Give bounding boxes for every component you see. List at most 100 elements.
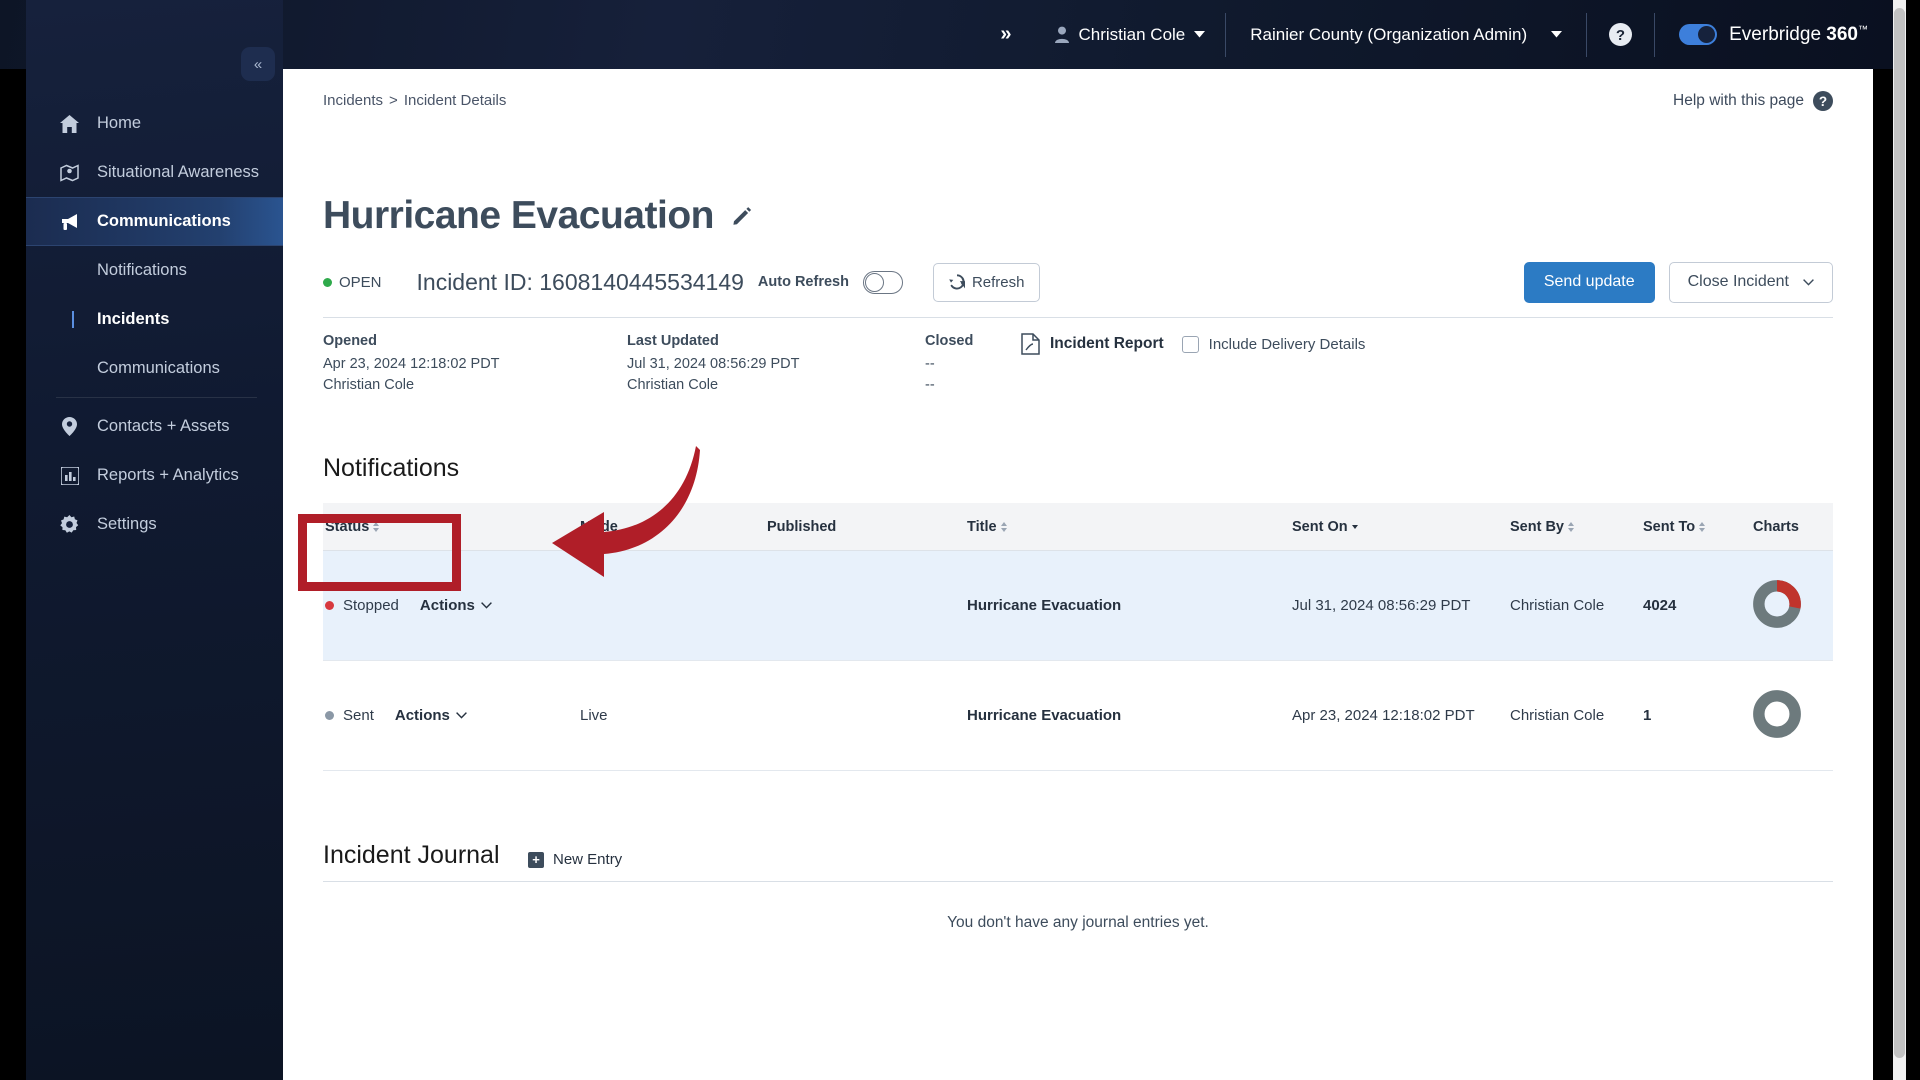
cell-sent-by: Christian Cole (1510, 707, 1605, 724)
page-title-row: Hurricane Evacuation (323, 194, 752, 238)
cell-chart[interactable] (1753, 579, 1833, 632)
sort-icon (1699, 521, 1706, 532)
column-header-published[interactable]: Published (767, 519, 967, 535)
cell-status: Sent Actions (323, 707, 580, 724)
notifications-table: Status Mode Published Title Sent On Sent… (323, 503, 1833, 771)
scrollbar-thumb[interactable] (1894, 8, 1905, 1058)
sidebar-item-label: Communications (97, 212, 231, 230)
include-delivery-details-label: Include Delivery Details (1208, 335, 1366, 353)
breadcrumb: Incidents > Incident Details (323, 92, 506, 109)
table-row[interactable]: Sent Actions Live Hurricane Evacuation A… (323, 661, 1833, 771)
sidebar-collapse-button[interactable]: « (241, 47, 275, 81)
help-button[interactable]: ? (1587, 23, 1654, 46)
sidebar-item-incidents[interactable]: Incidents (26, 295, 283, 344)
right-gutter (1906, 0, 1920, 1080)
product-trademark: ™ (1858, 24, 1868, 36)
everbridge-360-label: Everbridge 360™ (1729, 24, 1868, 46)
page-title: Hurricane Evacuation (323, 194, 714, 237)
home-icon (59, 114, 80, 133)
breadcrumb-current: Incident Details (403, 92, 507, 109)
status-badge: OPEN (323, 274, 382, 291)
incident-report-label[interactable]: Incident Report (1050, 335, 1164, 353)
everbridge-360-toggle[interactable]: Everbridge 360™ (1655, 24, 1884, 46)
sidebar-nav: Home Situational Awareness Communication… (26, 99, 283, 549)
notifications-heading: Notifications (323, 454, 460, 482)
gear-icon (59, 515, 80, 534)
sidebar-subitem-label: Communications (97, 359, 220, 377)
divider (323, 317, 1833, 318)
svg-text:?: ? (1819, 94, 1827, 109)
sidebar-item-contacts-assets[interactable]: Contacts + Assets (26, 402, 283, 451)
opened-heading: Opened (323, 333, 377, 349)
incident-status-bar: OPEN Incident ID: 1608140445534149 Auto … (323, 261, 1833, 303)
breadcrumb-separator: > (389, 92, 398, 109)
table-row[interactable]: Stopped Actions Hurricane Evacuation Jul… (323, 551, 1833, 661)
cell-sent-to: 1 (1643, 707, 1652, 724)
auto-refresh-label: Auto Refresh (757, 274, 849, 290)
refresh-label: Refresh (971, 273, 1025, 291)
sidebar-item-home[interactable]: Home (26, 99, 283, 148)
column-header-title[interactable]: Title (967, 519, 1292, 535)
column-header-status[interactable]: Status (323, 519, 580, 535)
sidebar-item-situational-awareness[interactable]: Situational Awareness (26, 148, 283, 197)
breadcrumb-parent[interactable]: Incidents (323, 92, 383, 109)
status-text: Stopped (343, 597, 399, 614)
pencil-icon[interactable] (732, 206, 752, 226)
column-header-sent-by[interactable]: Sent By (1510, 519, 1643, 535)
help-circle-icon: ? (1609, 23, 1633, 46)
sort-icon (1000, 521, 1007, 532)
close-incident-button[interactable]: Close Incident (1668, 261, 1833, 303)
sidebar-item-notifications[interactable]: Notifications (26, 246, 283, 295)
last-updated-user: Christian Cole (627, 377, 719, 394)
organization-menu[interactable]: Rainier County (Organization Admin) (1226, 25, 1586, 45)
include-delivery-details-checkbox[interactable] (1181, 335, 1199, 353)
donut-chart-icon (1753, 579, 1801, 628)
sidebar-item-settings[interactable]: Settings (26, 500, 283, 549)
cell-title: Hurricane Evacuation (967, 597, 1122, 614)
sidebar-item-communications[interactable]: Communications (26, 197, 283, 246)
close-incident-label: Close Incident (1687, 273, 1789, 290)
last-updated-info: Last Updated Jul 31, 2024 08:56:29 PDT C… (627, 333, 925, 396)
refresh-icon (949, 274, 965, 290)
sidebar-item-label: Settings (97, 515, 157, 533)
sidebar-item-reports-analytics[interactable]: Reports + Analytics (26, 451, 283, 500)
opened-user: Christian Cole (323, 377, 415, 394)
auto-refresh-toggle[interactable] (862, 270, 903, 294)
row-actions-menu[interactable]: Actions (420, 597, 492, 614)
expand-menu-icon[interactable]: » (978, 23, 1033, 46)
pdf-file-icon[interactable] (1021, 333, 1040, 355)
map-icon (59, 163, 80, 182)
send-update-button[interactable]: Send update (1523, 261, 1655, 303)
new-journal-entry-button[interactable]: + New Entry (528, 851, 622, 868)
product-name: Everbridge (1729, 23, 1827, 45)
status-cell-stopped: Stopped Actions (325, 597, 580, 614)
sidebar-item-label: Reports + Analytics (97, 466, 239, 484)
column-header-mode[interactable]: Mode (580, 519, 767, 535)
vertical-scrollbar[interactable] (1893, 0, 1906, 1080)
cell-status: Stopped Actions (323, 597, 580, 614)
chevron-down-icon (481, 602, 492, 609)
help-with-page-link[interactable]: Help with this page ? (1673, 91, 1833, 111)
row-actions-menu[interactable]: Actions (395, 707, 467, 724)
column-header-sent-on[interactable]: Sent On (1292, 519, 1510, 535)
refresh-button[interactable]: Refresh (932, 262, 1041, 302)
user-menu[interactable]: Christian Cole (1034, 25, 1226, 45)
cell-mode: Live (580, 707, 608, 724)
opened-datetime: Apr 23, 2024 12:18:02 PDT (323, 356, 500, 372)
status-dot-icon (325, 711, 334, 720)
cell-chart[interactable] (1753, 689, 1833, 742)
column-header-sent-to[interactable]: Sent To (1643, 519, 1753, 535)
column-header-charts: Charts (1753, 519, 1833, 535)
column-label: Charts (1753, 518, 1799, 535)
divider (323, 881, 1833, 882)
last-updated-heading: Last Updated (627, 333, 719, 349)
row-actions-label: Actions (394, 707, 450, 724)
opened-info: Opened Apr 23, 2024 12:18:02 PDT Christi… (323, 333, 627, 396)
sidebar-item-communications-sub[interactable]: Communications (26, 344, 283, 393)
last-updated-datetime: Jul 31, 2024 08:56:29 PDT (627, 356, 800, 372)
sort-icon (1568, 521, 1574, 532)
closed-info: Closed -- -- (925, 333, 1017, 396)
column-label: Mode (580, 518, 618, 535)
table-header-row: Status Mode Published Title Sent On Sent… (323, 503, 1833, 551)
toggle-switch[interactable] (1679, 24, 1718, 45)
